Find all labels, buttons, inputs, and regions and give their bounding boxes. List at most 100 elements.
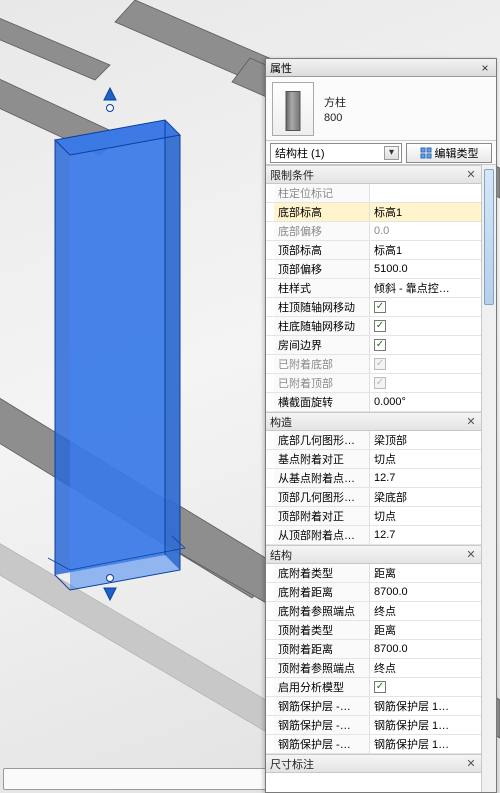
property-row[interactable]: 基点附着对正 切点 [266,450,481,469]
property-label: 启用分析模型 [278,679,344,695]
property-value: 0.000° [374,396,406,408]
property-value: 标高1 [374,204,402,220]
checkbox-icon[interactable]: ✓ [374,681,386,693]
property-label: 已附着顶部 [278,375,333,391]
group-header[interactable]: 构造✕ [266,412,481,431]
expand-icon: ✕ [465,548,477,561]
property-label: 底部偏移 [278,223,322,239]
edit-type-icon [420,147,432,159]
property-label: 顶部标高 [278,242,322,258]
property-row[interactable]: 柱样式 倾斜 - 靠点控… [266,279,481,298]
property-row[interactable]: 柱定位标记 [266,184,481,203]
property-row[interactable]: 房间边界 ✓ [266,336,481,355]
property-row[interactable]: 钢筋保护层 -…钢筋保护层 1… [266,735,481,754]
property-value: 标高1 [374,242,402,258]
property-label: 横截面旋转 [278,394,333,410]
property-label: 钢筋保护层 -… [278,717,351,733]
property-value: 12.7 [374,472,395,484]
property-label: 柱底随轴网移动 [278,318,355,334]
scrollbar-thumb[interactable] [484,169,494,305]
property-value: 终点 [374,660,396,676]
panel-close-button[interactable]: × [478,61,492,75]
property-label: 顶部附着对正 [278,508,344,524]
checkbox-icon[interactable]: ✓ [374,301,386,313]
property-value: 5100.0 [374,263,408,275]
property-row[interactable]: 底附着类型 距离 [266,564,481,583]
type-thumbnail [272,82,314,136]
property-label: 房间边界 [278,337,322,353]
property-label: 顶附着类型 [278,622,333,638]
property-row[interactable]: 启用分析模型 ✓ [266,678,481,697]
property-value: 8700.0 [374,643,408,655]
property-label: 底附着距离 [278,584,333,600]
instance-filter-label: 结构柱 (1) [275,145,325,161]
property-label: 钢筋保护层 -… [278,736,351,752]
property-row[interactable]: 底部标高 标高1 [266,203,481,222]
property-row[interactable]: 顶部附着对正 切点 [266,507,481,526]
property-value: 终点 [374,603,396,619]
panel-titlebar: 属性 × [266,59,496,77]
property-row[interactable]: 底部偏移 0.0 [266,222,481,241]
property-value: 倾斜 - 靠点控… [374,280,450,296]
property-row[interactable]: 底附着距离8700.0 [266,583,481,602]
property-label: 柱样式 [278,280,311,296]
checkbox-icon[interactable]: ✓ [374,339,386,351]
property-row[interactable]: 顶部几何图形…梁底部 [266,488,481,507]
expand-icon: ✕ [465,757,477,770]
group-header[interactable]: 结构✕ [266,545,481,564]
property-row[interactable]: 顶附着类型 距离 [266,621,481,640]
group-header[interactable]: 尺寸标注✕ [266,754,481,773]
property-value: 切点 [374,508,396,524]
expand-icon: ✕ [465,168,477,181]
edit-type-label: 编辑类型 [435,145,479,161]
property-label: 从顶部附着点… [278,527,355,543]
type-text: 方柱 800 [324,94,346,124]
property-row[interactable]: 横截面旋转 0.000° [266,393,481,412]
dropdown-caret-icon: ▾ [384,146,399,160]
type-selector[interactable]: 方柱 800 [266,77,496,141]
property-row[interactable]: 顶部标高 标高1 [266,241,481,260]
property-label: 顶部几何图形… [278,489,355,505]
checkbox-icon[interactable]: ✓ [374,320,386,332]
group-name: 尺寸标注 [270,756,465,772]
property-row[interactable]: 顶部偏移5100.0 [266,260,481,279]
property-row[interactable]: 柱底随轴网移动 ✓ [266,317,481,336]
property-row[interactable]: 已附着顶部 ✓ [266,374,481,393]
property-row[interactable]: 顶附着参照端点终点 [266,659,481,678]
property-label: 底部标高 [278,204,322,220]
property-row[interactable]: 底附着参照端点终点 [266,602,481,621]
instance-row: 结构柱 (1) ▾ 编辑类型 [266,141,496,165]
property-label: 从基点附着点… [278,470,355,486]
property-label: 已附着底部 [278,356,333,372]
property-value: 0.0 [374,225,389,237]
property-row[interactable]: 柱顶随轴网移动✓ [266,298,481,317]
property-row[interactable]: 从基点附着点… 12.7 [266,469,481,488]
type-size: 800 [324,112,346,124]
property-row[interactable]: 从顶部附着点… 12.7 [266,526,481,545]
property-label: 钢筋保护层 -… [278,698,351,714]
property-label: 柱定位标记 [278,185,333,201]
property-label: 顶附着距离 [278,641,333,657]
instance-filter-dropdown[interactable]: 结构柱 (1) ▾ [270,143,402,163]
property-row[interactable]: 底部几何图形…梁顶部 [266,431,481,450]
property-value: 12.7 [374,529,395,541]
property-scrollbar[interactable] [481,165,496,792]
property-label: 底附着类型 [278,565,333,581]
property-label: 基点附着对正 [278,451,344,467]
property-value: 距离 [374,622,396,638]
property-value: 梁顶部 [374,432,407,448]
property-row[interactable]: 已附着底部 ✓ [266,355,481,374]
expand-icon: ✕ [465,415,477,428]
group-header[interactable]: 限制条件✕ [266,165,481,184]
checkbox-icon: ✓ [374,358,386,370]
property-row[interactable]: 顶附着距离 8700.0 [266,640,481,659]
link-icon[interactable] [32,771,48,787]
property-value: 距离 [374,565,396,581]
property-value: 切点 [374,451,396,467]
type-family: 方柱 [324,94,346,110]
checkbox-icon: ✓ [374,377,386,389]
selected-column[interactable] [48,120,185,590]
edit-type-button[interactable]: 编辑类型 [406,143,492,163]
property-row[interactable]: 钢筋保护层 -…钢筋保护层 1… [266,697,481,716]
property-row[interactable]: 钢筋保护层 -…钢筋保护层 1… [266,716,481,735]
